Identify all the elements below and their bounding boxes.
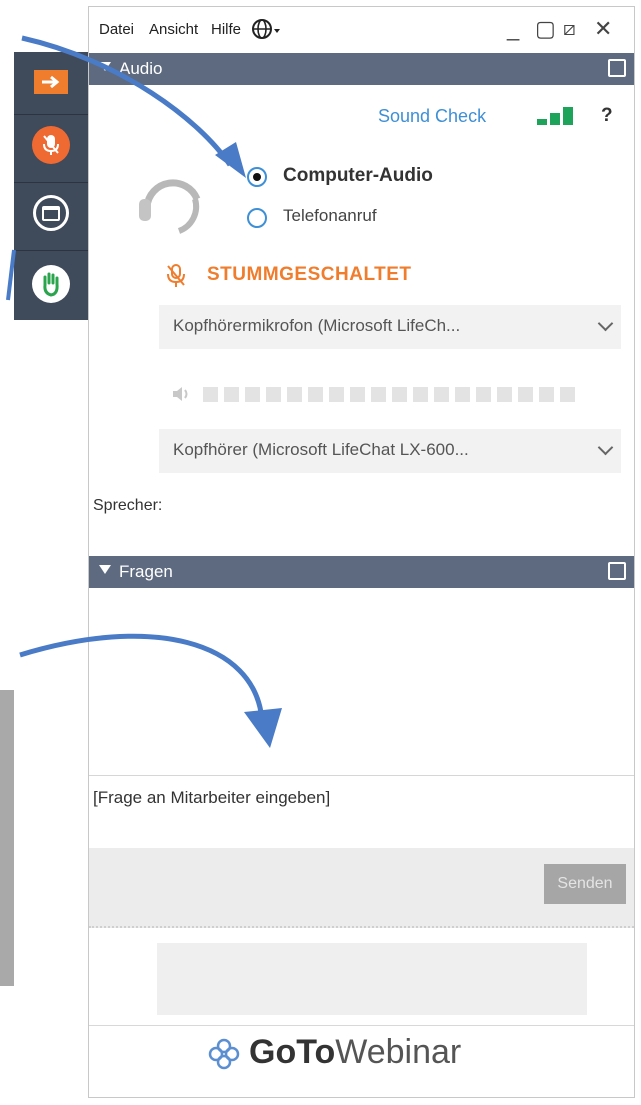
- arrow-to-computer-audio: [21, 35, 233, 167]
- arrow-to-question-input: [19, 633, 265, 721]
- arrow-head: [244, 708, 282, 748]
- annotation-arrows: [6, 35, 282, 748]
- arrow-to-toolbar: [6, 249, 16, 301]
